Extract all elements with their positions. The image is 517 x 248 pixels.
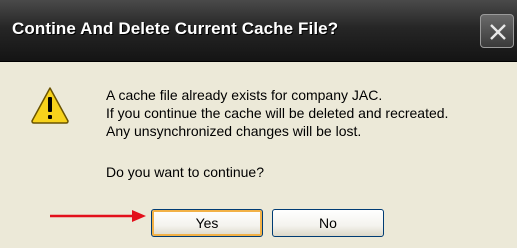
no-button[interactable]: No bbox=[272, 209, 384, 237]
red-arrow-icon bbox=[50, 210, 146, 222]
confirm-dialog: Contine And Delete Current Cache File? A… bbox=[0, 0, 517, 248]
close-button[interactable] bbox=[480, 14, 514, 48]
message-line: Any unsynchronized changes will be lost. bbox=[106, 123, 362, 139]
warning-icon bbox=[31, 87, 69, 124]
dialog-body: A cache file already exists for company … bbox=[0, 62, 517, 248]
message-text: A cache file already exists for company … bbox=[106, 86, 448, 140]
dialog-title: Contine And Delete Current Cache File? bbox=[12, 19, 339, 38]
message-line: A cache file already exists for company … bbox=[106, 87, 383, 103]
yes-button[interactable]: Yes bbox=[151, 209, 263, 237]
title-bar: Contine And Delete Current Cache File? bbox=[0, 0, 517, 62]
question-text: Do you want to continue? bbox=[106, 164, 264, 180]
close-icon bbox=[490, 24, 506, 40]
message-line: If you continue the cache will be delete… bbox=[106, 105, 449, 121]
